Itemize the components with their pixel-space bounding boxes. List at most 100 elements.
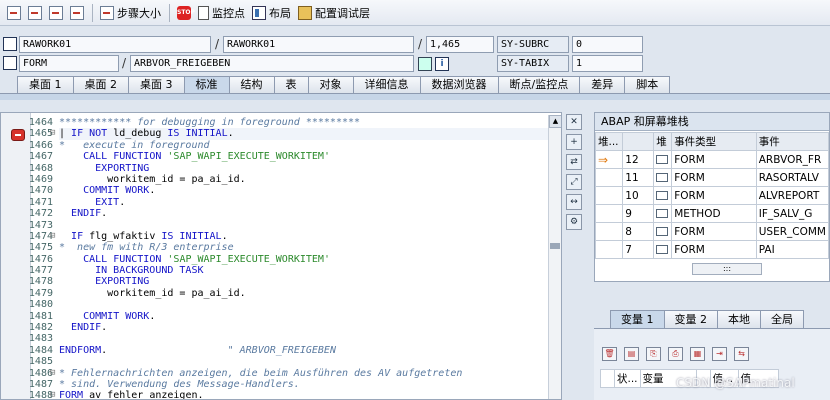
sync-icon[interactable]: ⇆ bbox=[734, 347, 749, 361]
export-icon[interactable]: ⇥ bbox=[712, 347, 727, 361]
variables-header-cell[interactable]: 状... bbox=[614, 369, 641, 388]
info-icon[interactable]: i bbox=[435, 57, 449, 71]
tab-4[interactable]: 结构 bbox=[228, 76, 275, 93]
stack-header-cell[interactable] bbox=[622, 132, 655, 151]
history-icon[interactable] bbox=[418, 57, 432, 71]
fold-toggle-icon[interactable]: ⊟ bbox=[50, 128, 59, 139]
tab-1[interactable]: 桌面 2 bbox=[72, 76, 129, 93]
single-step-button[interactable] bbox=[4, 3, 24, 23]
code-line[interactable]: 1467 CALL FUNCTION 'SAP_WAPI_EXECUTE_WOR… bbox=[29, 151, 549, 162]
code-line[interactable]: 1479 workitem_id = pa_ai_id. bbox=[29, 288, 549, 299]
sy-tabix-value[interactable]: 1 bbox=[572, 55, 643, 72]
code-line[interactable]: 1480 bbox=[29, 299, 549, 310]
code-line[interactable]: 1473 bbox=[29, 220, 549, 231]
code-area[interactable]: 1464 ************ for debugging in foregr… bbox=[29, 117, 549, 399]
stack-row[interactable]: 7 FORM PAI bbox=[595, 240, 829, 259]
source-code-editor[interactable]: 1464 ************ for debugging in foregr… bbox=[0, 112, 562, 400]
variable-tab-3[interactable]: 全局 bbox=[760, 310, 804, 328]
code-line[interactable]: 1478 EXPORTING bbox=[29, 276, 549, 287]
insert-icon[interactable]: ⎙ bbox=[668, 347, 683, 361]
code-line[interactable]: 1477 IN BACKGROUND TASK bbox=[29, 265, 549, 276]
code-line[interactable]: 1487 * sind. Verwendung des Message-Handl… bbox=[29, 379, 549, 390]
code-line[interactable]: 1476 CALL FUNCTION 'SAP_WAPI_EXECUTE_WOR… bbox=[29, 254, 549, 265]
continue-button[interactable] bbox=[67, 3, 87, 23]
step-size-button[interactable]: 步骤大小 bbox=[97, 3, 164, 23]
details-icon[interactable]: ▤ bbox=[624, 347, 639, 361]
editor-vertical-scrollbar[interactable]: ▲ bbox=[548, 115, 561, 399]
tab-6[interactable]: 对象 bbox=[307, 76, 354, 93]
stack-header-cell[interactable]: 堆 bbox=[653, 132, 673, 151]
variable-tab-2[interactable]: 本地 bbox=[717, 310, 761, 328]
tool-services-icon[interactable]: ⚙ bbox=[566, 214, 582, 230]
code-line[interactable]: 1481 COMMIT WORK. bbox=[29, 311, 549, 322]
code-line[interactable]: 1483 bbox=[29, 333, 549, 344]
code-line[interactable]: 1466 * execute in foreground bbox=[29, 140, 549, 151]
stack-level-cell: 9 bbox=[622, 204, 655, 223]
watchpoint-button[interactable]: 监控点 bbox=[195, 3, 248, 23]
stack-row[interactable]: ⇒ 12 FORM ARBVOR_FR bbox=[595, 150, 829, 169]
delete-icon[interactable]: 🗑 bbox=[602, 347, 617, 361]
tab-10[interactable]: 差异 bbox=[579, 76, 626, 93]
close-tool-icon[interactable]: ✕ bbox=[566, 114, 582, 130]
code-line[interactable]: 1484 ENDFORM. " ARBVOR_FREIGEBEN bbox=[29, 345, 549, 356]
code-line[interactable]: 1464 ************ for debugging in foregr… bbox=[29, 117, 549, 128]
scroll-thumb[interactable] bbox=[550, 243, 560, 249]
stack-row[interactable]: 10 FORM ALVREPORT bbox=[595, 186, 829, 205]
copy-icon[interactable]: ⎘ bbox=[646, 347, 661, 361]
layout-button[interactable]: 布局 bbox=[249, 3, 294, 23]
config-layer-button[interactable]: 配置调试层 bbox=[295, 3, 373, 23]
code-line[interactable]: 1471 EXIT. bbox=[29, 197, 549, 208]
tab-2[interactable]: 桌面 3 bbox=[128, 76, 185, 93]
stack-row[interactable]: 9 METHOD IF_SALV_G bbox=[595, 204, 829, 223]
stack-header-cell[interactable]: 事件 bbox=[755, 132, 829, 151]
code-line[interactable]: 1485 bbox=[29, 356, 549, 367]
code-line[interactable]: 1475 * new fm with R/3 enterprise bbox=[29, 242, 549, 253]
stack-header-cell[interactable]: 事件类型 bbox=[671, 132, 757, 151]
sy-subrc-value[interactable]: 0 bbox=[572, 36, 643, 53]
include-field[interactable]: RAWORK01 bbox=[223, 36, 414, 53]
code-line[interactable]: 1472 ENDIF. bbox=[29, 208, 549, 219]
stack-row[interactable]: 11 FORM RASORTALV bbox=[595, 168, 829, 187]
code-line[interactable]: 1474 ⊟ IF flg_wfaktiv IS INITIAL. bbox=[29, 231, 549, 242]
swap-tool-icon[interactable]: ↔ bbox=[566, 194, 582, 210]
tab-5[interactable]: 表 bbox=[273, 76, 309, 93]
tab-9[interactable]: 断点/监控点 bbox=[497, 76, 581, 93]
variable-tab-1[interactable]: 变量 2 bbox=[663, 310, 718, 328]
breakpoint-icon[interactable] bbox=[11, 129, 25, 141]
return-button[interactable] bbox=[46, 3, 66, 23]
tab-11[interactable]: 脚本 bbox=[624, 76, 671, 93]
fold-toggle-icon[interactable]: ⊟ bbox=[50, 231, 59, 242]
code-line[interactable]: 1468 EXPORTING bbox=[29, 162, 549, 174]
code-line[interactable]: 1482 ENDIF. bbox=[29, 322, 549, 333]
stack-row[interactable]: 8 FORM USER_COMM bbox=[595, 222, 829, 241]
main-program-field[interactable]: RAWORK01 bbox=[19, 36, 211, 53]
code-token: EXPORTING bbox=[95, 162, 150, 174]
stack-horizontal-scrollbar[interactable]: ::: bbox=[692, 263, 762, 275]
tab-3[interactable]: 标准 bbox=[183, 76, 230, 93]
variables-header-cell[interactable] bbox=[600, 369, 615, 388]
event-type-field[interactable]: FORM bbox=[19, 55, 119, 72]
event-name-field[interactable]: ARBVOR_FREIGEBEN bbox=[130, 55, 414, 72]
line-number-field[interactable]: 1,465 bbox=[426, 36, 494, 53]
execute-button[interactable] bbox=[25, 3, 45, 23]
tab-0[interactable]: 桌面 1 bbox=[17, 76, 74, 93]
new-tool-icon[interactable]: + bbox=[566, 134, 582, 150]
code-line[interactable]: 1470 COMMIT WORK. bbox=[29, 185, 549, 196]
stop-button[interactable]: STOP bbox=[174, 3, 195, 23]
current-level-cell: ⇒ bbox=[595, 150, 624, 169]
replace-tool-icon[interactable]: ⇄ bbox=[566, 154, 582, 170]
tab-8[interactable]: 数据浏览器 bbox=[419, 76, 499, 93]
maximize-tool-icon[interactable]: ⤢ bbox=[566, 174, 582, 190]
group-icon[interactable]: ▦ bbox=[690, 347, 705, 361]
stack-header-cell[interactable]: 堆... bbox=[595, 132, 624, 151]
code-line[interactable]: 1488 ⊟ FORM av_fehler_anzeigen. bbox=[29, 390, 549, 399]
scroll-up-arrow-icon[interactable]: ▲ bbox=[549, 115, 561, 128]
fold-toggle-icon[interactable]: ⊟ bbox=[50, 390, 59, 399]
code-line[interactable]: 1465 ⊟ | IF NOT ld_debug IS INITIAL. bbox=[29, 128, 549, 140]
code-line[interactable]: 1469 workitem_id = pa_ai_id. bbox=[29, 174, 549, 185]
variable-tab-0[interactable]: 变量 1 bbox=[610, 310, 665, 328]
fold-toggle-icon[interactable]: ⊟ bbox=[50, 368, 59, 379]
code-line[interactable]: 1486 ⊟ * Fehlernachrichten anzeigen, die b… bbox=[29, 368, 549, 379]
tab-7[interactable]: 详细信息 bbox=[352, 76, 421, 93]
